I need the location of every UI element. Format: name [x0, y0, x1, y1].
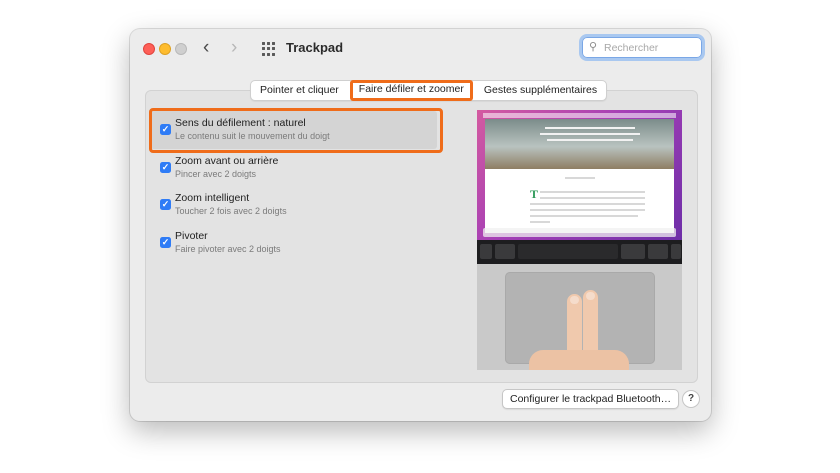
tab-more-gestures[interactable]: Gestes supplémentaires [475, 81, 606, 100]
option-title: Pivoter [175, 229, 208, 242]
search-input[interactable] [602, 39, 700, 57]
close-window-button[interactable] [143, 43, 155, 55]
option-smart-zoom[interactable]: ✓ Zoom intelligent Toucher 2 fois avec 2… [150, 186, 437, 224]
hand [529, 350, 629, 370]
tab-point-and-click[interactable]: Pointer et cliquer [251, 81, 348, 100]
laptop-base [477, 264, 682, 370]
menu-bar [483, 113, 676, 118]
window-title: Trackpad [286, 40, 344, 55]
zoom-in-out-checkbox[interactable]: ✓ [160, 161, 171, 173]
options-list: ✓ Sens du défilement : naturel Le conten… [150, 111, 437, 261]
option-title: Zoom intelligent [175, 192, 250, 204]
minimize-window-button[interactable] [159, 43, 171, 55]
tab-bar: Pointer et cliquer Faire défiler et zoom… [250, 80, 608, 101]
touch-bar [477, 240, 682, 264]
tab-scroll-and-zoom[interactable]: Faire défiler et zoomer [349, 80, 473, 101]
option-title: Zoom avant ou arrière [175, 154, 279, 167]
natural-scrolling-checkbox[interactable]: ✓ [160, 124, 171, 135]
search-icon: ⚲ [589, 41, 598, 53]
search-field[interactable]: ⚲ [582, 37, 702, 58]
title-bar: ‹ › Trackpad ⚲ [130, 29, 711, 67]
option-rotate[interactable]: ✓ Pivoter Faire pivoter avec 2 doigts [150, 224, 437, 262]
smart-zoom-checkbox[interactable]: ✓ [160, 199, 171, 210]
option-natural-scrolling[interactable]: ✓ Sens du défilement : naturel Le conten… [150, 111, 437, 149]
show-all-grid-icon[interactable] [262, 42, 276, 56]
gesture-preview-video: T [477, 110, 682, 370]
drop-cap: T [530, 187, 539, 201]
dock [483, 228, 676, 237]
chevron-left-icon[interactable]: ‹ [203, 37, 209, 59]
option-description: Toucher 2 fois avec 2 doigts [175, 206, 287, 216]
option-title: Sens du défilement : naturel [175, 117, 306, 129]
help-button[interactable]: ? [682, 390, 700, 408]
configure-bluetooth-trackpad-button[interactable]: Configurer le trackpad Bluetooth… [502, 389, 680, 409]
option-description: Faire pivoter avec 2 doigts [175, 243, 281, 254]
rotate-checkbox[interactable]: ✓ [160, 236, 171, 248]
chevron-right-icon[interactable]: › [231, 37, 237, 59]
option-description: Le contenu suit le mouvement du doigt [175, 131, 330, 141]
laptop-screen: T [477, 110, 682, 240]
option-zoom-in-out[interactable]: ✓ Zoom avant ou arrière Pincer avec 2 do… [150, 149, 437, 187]
zoom-window-button[interactable] [175, 43, 187, 55]
option-description: Pincer avec 2 doigts [175, 168, 257, 179]
article-page: T [485, 119, 674, 233]
